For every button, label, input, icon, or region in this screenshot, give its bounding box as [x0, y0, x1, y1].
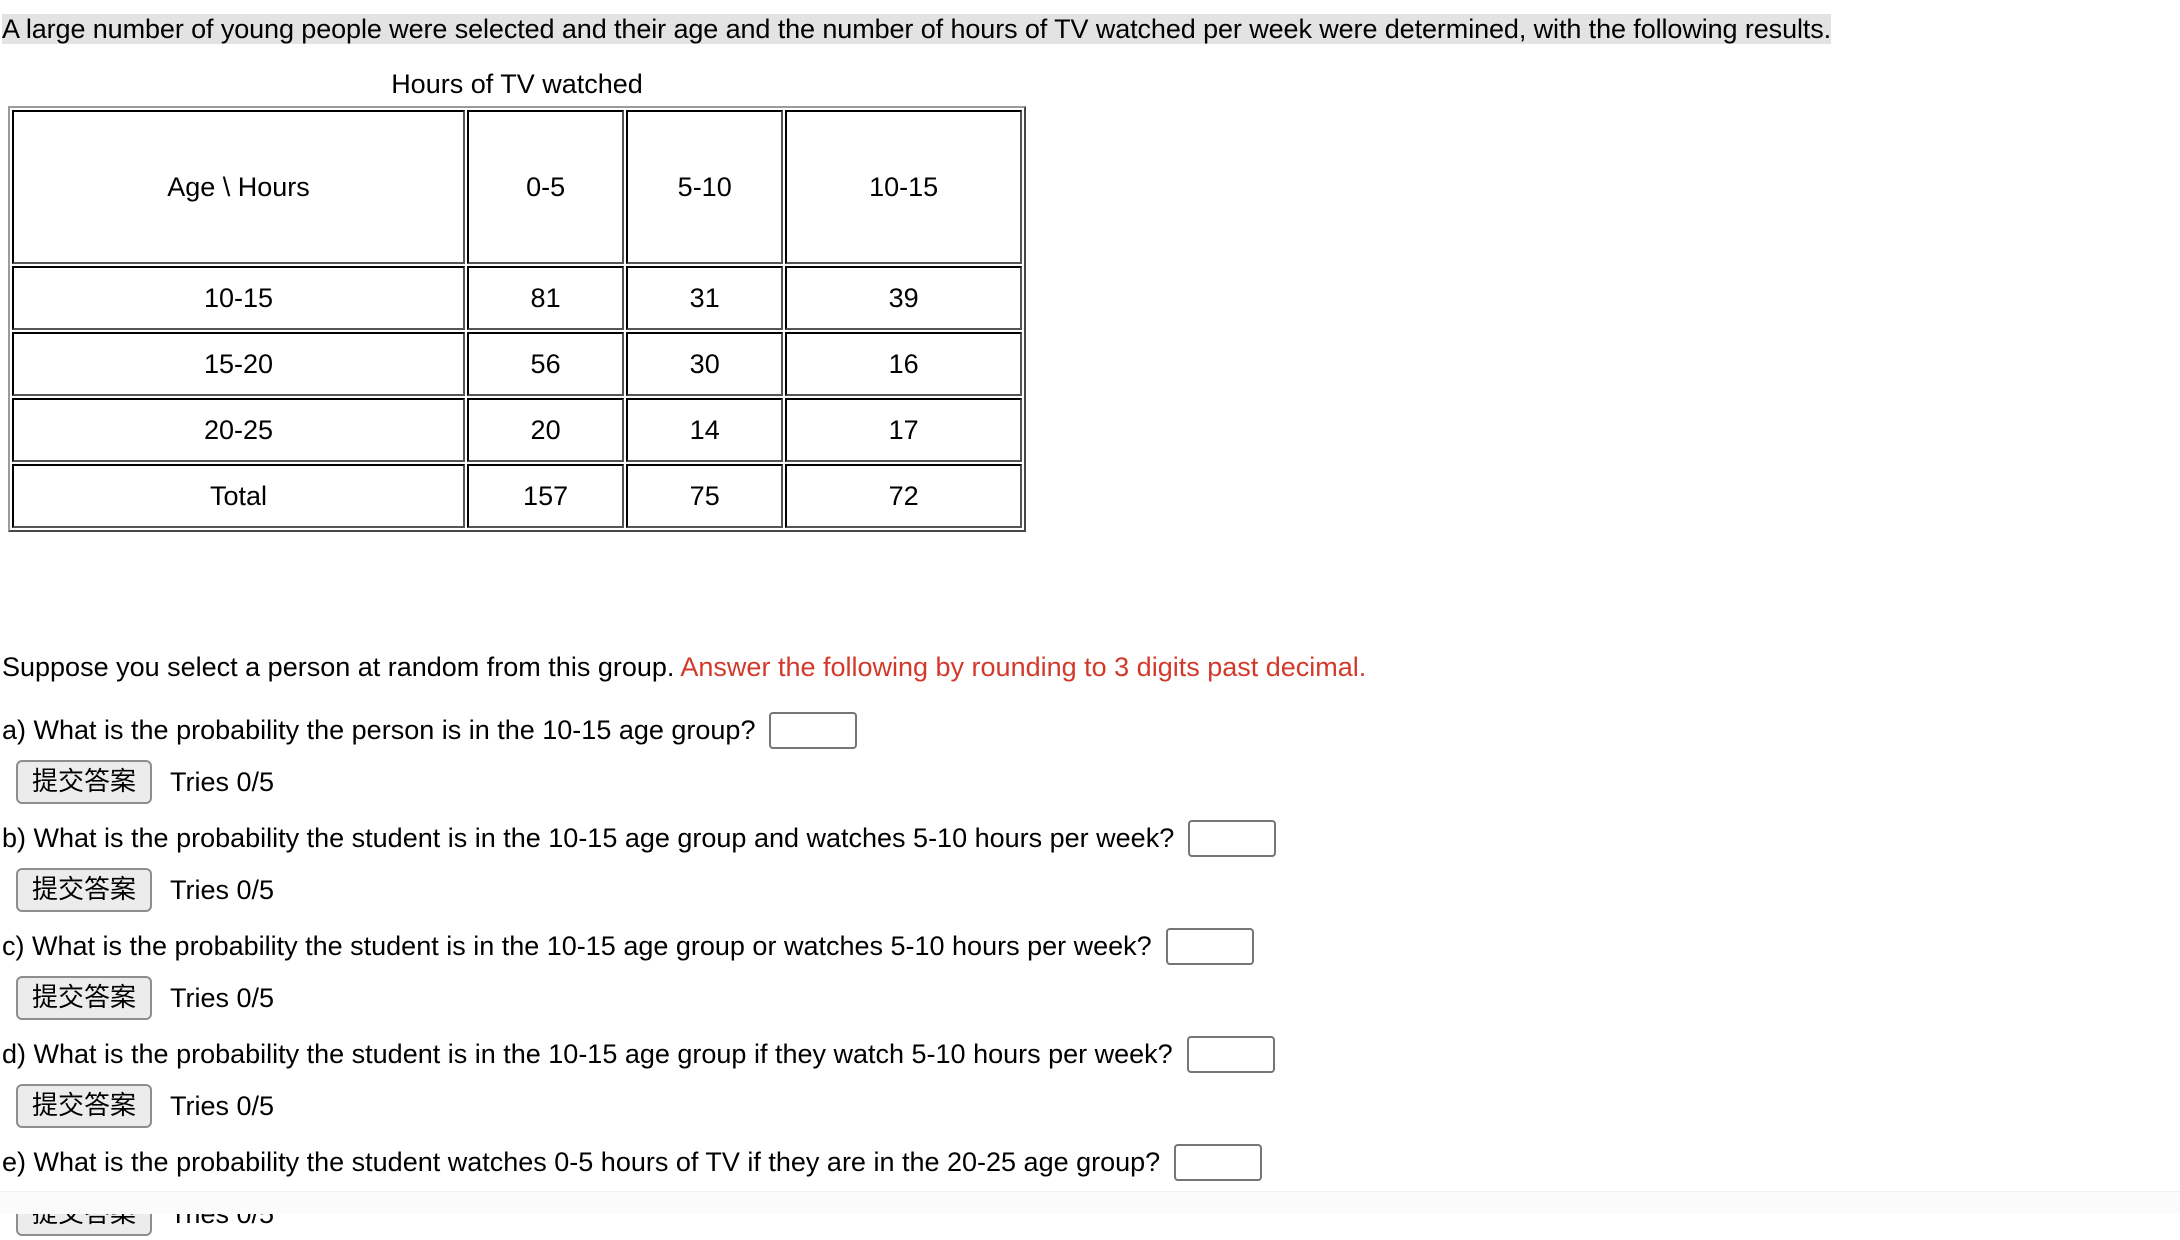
- cell-value: 16: [785, 332, 1022, 396]
- contingency-table-block: Hours of TV watched Age \ Hours 0-5 5-10…: [8, 68, 1026, 532]
- answer-line-d: 提交答案 Tries 0/5: [2, 1080, 2180, 1132]
- question-line-b: b) What is the probability the student i…: [2, 814, 2180, 862]
- question-text-b: b) What is the probability the student i…: [2, 823, 1175, 853]
- cell-value: 30: [626, 332, 784, 396]
- question-text-c: c) What is the probability the student i…: [2, 931, 1152, 961]
- row-label: 15-20: [12, 332, 466, 396]
- table-total-row: Total 157 75 72: [12, 464, 1022, 528]
- table-caption: Hours of TV watched: [391, 69, 643, 99]
- answer-input-a[interactable]: [769, 711, 858, 749]
- cell-value: 56: [467, 332, 625, 396]
- prompt-red-instruction: Answer the following by rounding to 3 di…: [680, 652, 1367, 682]
- cell-value: 14: [626, 398, 784, 462]
- cell-value: 20: [467, 398, 625, 462]
- question-block-d: d) What is the probability the student i…: [2, 1030, 2180, 1132]
- row-label: 20-25: [12, 398, 466, 462]
- total-value: 75: [626, 464, 784, 528]
- cell-value: 39: [785, 266, 1022, 330]
- cell-value: 81: [467, 266, 625, 330]
- question-text-d: d) What is the probability the student i…: [2, 1039, 1173, 1069]
- question-line-d: d) What is the probability the student i…: [2, 1030, 2180, 1078]
- table-row: 20-25 20 14 17: [12, 398, 1022, 462]
- table-header-age-hours: Age \ Hours: [12, 110, 466, 264]
- answer-input-c[interactable]: [1165, 927, 1254, 965]
- answer-input-d[interactable]: [1186, 1035, 1275, 1073]
- intro-text: A large number of young people were sele…: [2, 14, 1832, 44]
- tries-counter-d: Tries 0/5: [170, 1090, 275, 1121]
- table-header-10-15: 10-15: [785, 110, 1022, 264]
- cell-value: 17: [785, 398, 1022, 462]
- question-block-e: e) What is the probability the student w…: [2, 1138, 2180, 1240]
- question-block-a: a) What is the probability the person is…: [2, 706, 2180, 808]
- submit-answer-button-a[interactable]: 提交答案: [16, 760, 153, 804]
- prompt-line: Suppose you select a person at random fr…: [2, 650, 2180, 684]
- answer-input-b[interactable]: [1188, 819, 1277, 857]
- submit-answer-button-b[interactable]: 提交答案: [16, 868, 153, 912]
- total-value: 157: [467, 464, 625, 528]
- total-value: 72: [785, 464, 1022, 528]
- answer-input-e[interactable]: [1174, 1143, 1263, 1181]
- tries-counter-b: Tries 0/5: [170, 874, 275, 905]
- answer-line-b: 提交答案 Tries 0/5: [2, 864, 2180, 916]
- question-block-c: c) What is the probability the student i…: [2, 922, 2180, 1024]
- table-row: 10-15 81 31 39: [12, 266, 1022, 330]
- submit-answer-button-d[interactable]: 提交答案: [16, 1084, 153, 1128]
- table-header-5-10: 5-10: [626, 110, 784, 264]
- answer-line-c: 提交答案 Tries 0/5: [2, 972, 2180, 1024]
- answer-line-a: 提交答案 Tries 0/5: [2, 756, 2180, 808]
- question-block-b: b) What is the probability the student i…: [2, 814, 2180, 916]
- prompt-black-text: Suppose you select a person at random fr…: [2, 652, 675, 682]
- row-label: 10-15: [12, 266, 466, 330]
- intro-banner: A large number of young people were sele…: [0, 0, 2180, 48]
- page-bottom-band: [0, 1191, 2180, 1214]
- table-header-row: Age \ Hours 0-5 5-10 10-15: [12, 110, 1022, 264]
- question-line-c: c) What is the probability the student i…: [2, 922, 2180, 970]
- submit-answer-button-c[interactable]: 提交答案: [16, 976, 153, 1020]
- row-label-total: Total: [12, 464, 466, 528]
- question-text-a: a) What is the probability the person is…: [2, 715, 756, 745]
- tries-counter-a: Tries 0/5: [170, 766, 275, 797]
- question-text-e: e) What is the probability the student w…: [2, 1147, 1161, 1177]
- questions-list: a) What is the probability the person is…: [2, 706, 2180, 1240]
- contingency-table: Age \ Hours 0-5 5-10 10-15 10-15 81 31 3…: [8, 106, 1026, 532]
- question-line-a: a) What is the probability the person is…: [2, 706, 2180, 754]
- cell-value: 31: [626, 266, 784, 330]
- tries-counter-c: Tries 0/5: [170, 982, 275, 1013]
- table-header-0-5: 0-5: [467, 110, 625, 264]
- question-line-e: e) What is the probability the student w…: [2, 1138, 2180, 1186]
- table-row: 15-20 56 30 16: [12, 332, 1022, 396]
